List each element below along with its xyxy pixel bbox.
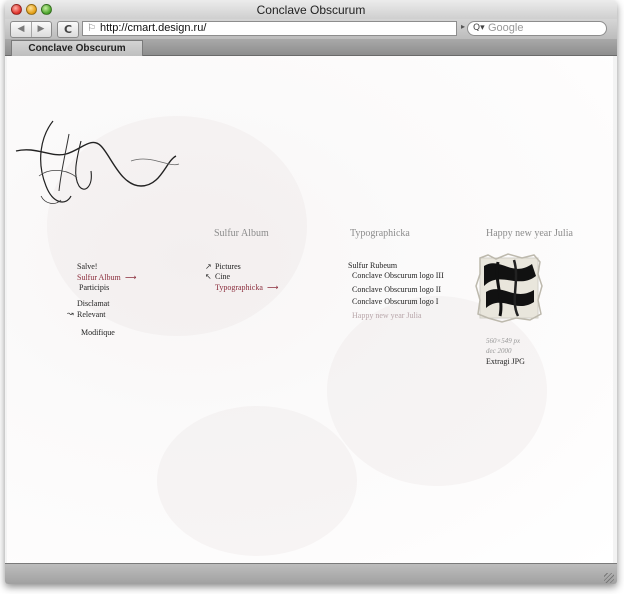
typo-item-sulfur-rubeum[interactable]: Sulfur Rubeum <box>348 261 397 270</box>
detail-size: 560×549 px <box>486 337 521 345</box>
tab-strip: Conclave Obscurum <box>5 39 617 56</box>
album-item-pictures[interactable]: Pictures <box>215 262 241 271</box>
typo-item-happy-new-year[interactable]: Happy new year Julia <box>352 311 422 320</box>
address-text: http://cmart.design.ru/ <box>100 22 207 34</box>
search-icon: Q▾ <box>473 23 485 33</box>
detail-heading: Happy new year Julia <box>486 228 573 239</box>
download-jpg-link[interactable]: Extragi JPG <box>486 357 525 366</box>
browser-toolbar: ◀ ▶ C ⚐ http://cmart.design.ru/ ▸ Q▾ Goo… <box>5 19 617 39</box>
address-dropdown-icon[interactable]: ▸ <box>461 22 465 31</box>
nav-item-sulfur-album[interactable]: Sulfur Album <box>77 273 121 282</box>
artwork-thumbnail[interactable] <box>474 252 544 324</box>
site-icon: ⚐ <box>87 23 96 34</box>
calligraphy-logo <box>15 120 180 204</box>
typo-item-logo-iii[interactable]: Conclave Obscurum logo III <box>352 271 444 280</box>
nav-item-relevant[interactable]: Relevant <box>77 310 105 319</box>
cine-bullet-icon: ↖ <box>205 272 212 281</box>
typo-item-logo-i[interactable]: Conclave Obscurum logo I <box>352 297 438 306</box>
back-button[interactable]: ◀ <box>11 22 32 37</box>
window-title: Conclave Obscurum <box>256 3 366 17</box>
detail-date: dec 2000 <box>486 347 512 355</box>
address-field[interactable]: ⚐ http://cmart.design.ru/ <box>82 21 457 36</box>
search-field[interactable]: Q▾ Google <box>467 21 607 36</box>
typo-item-logo-ii[interactable]: Conclave Obscurum logo II <box>352 285 441 294</box>
reload-button[interactable]: C <box>57 21 79 38</box>
resize-grip-icon[interactable] <box>604 573 614 583</box>
album-item-typographicka[interactable]: Typographicka <box>215 283 263 292</box>
nav-item-salve[interactable]: Salve! <box>77 262 97 271</box>
album-heading: Sulfur Album <box>214 228 269 239</box>
search-placeholder: Google <box>488 22 524 34</box>
status-bar <box>5 563 617 584</box>
pictures-bullet-icon: ↗ <box>205 262 212 271</box>
forward-button[interactable]: ▶ <box>31 22 51 37</box>
title-bar[interactable]: Conclave Obscurum <box>5 0 617 20</box>
history-buttons: ◀ ▶ <box>10 21 52 38</box>
album-item-cine[interactable]: Cine <box>215 272 230 281</box>
nav-item-participis[interactable]: Participis <box>79 283 109 292</box>
active-arrow-icon: ⟶ <box>125 273 137 282</box>
typographicka-arrow-icon: ⟶ <box>267 283 279 292</box>
typographicka-heading: Typographicka <box>350 228 410 239</box>
page-content: Salve! Sulfur Album ⟶ Participis Disclam… <box>7 56 613 563</box>
browser-window: Conclave Obscurum ◀ ▶ C ⚐ http://cmart.d… <box>5 0 617 584</box>
nav-item-modifique[interactable]: Modifique <box>81 328 115 337</box>
tab-conclave-obscurum[interactable]: Conclave Obscurum <box>11 40 143 56</box>
pointer-arrow-icon: ↝ <box>67 309 74 318</box>
nav-item-disclamat[interactable]: Disclamat <box>77 299 109 308</box>
